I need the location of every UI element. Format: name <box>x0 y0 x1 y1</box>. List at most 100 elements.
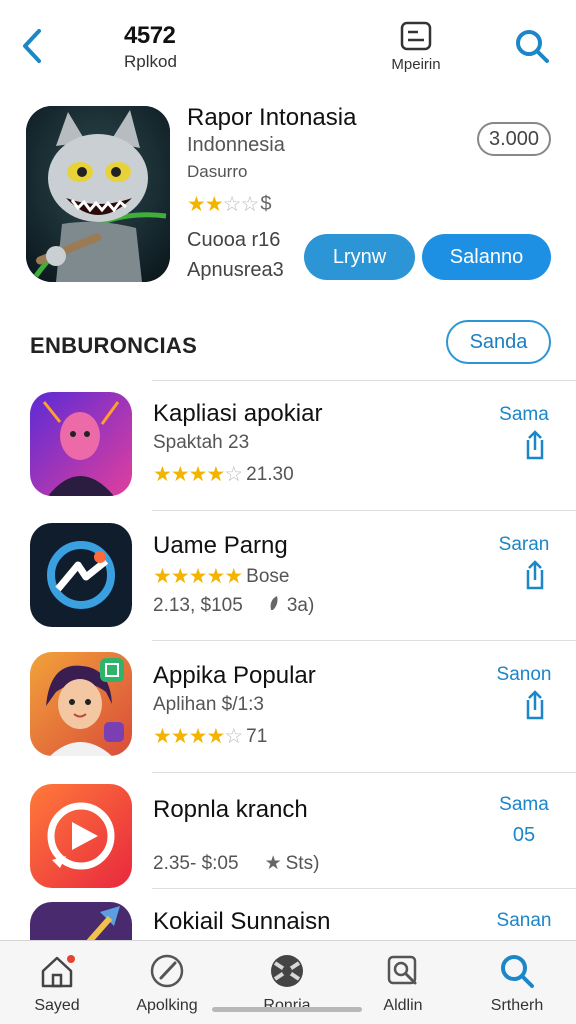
section-title: ENBURONCIAS <box>30 333 198 358</box>
secondary-action-button[interactable]: Salanno <box>422 234 551 280</box>
price-button[interactable]: 3.000 <box>477 122 551 156</box>
header-app-button[interactable]: Mpeirin <box>384 20 448 76</box>
featured-app-rating: ★★☆☆ $ <box>187 192 271 217</box>
star-filled-icon: ★ <box>170 463 190 486</box>
app-title: Ropnla kranch <box>153 796 308 823</box>
header-app-label: Mpeirin <box>391 56 441 73</box>
featured-app-name: Rapor Intonasia <box>187 104 357 131</box>
primary-action-button[interactable]: Lrynw <box>304 234 415 280</box>
star-filled-icon: ★ <box>206 565 225 588</box>
leaf-icon <box>267 594 283 618</box>
compass-icon <box>150 954 184 988</box>
app-action-label[interactable]: Saran <box>492 534 556 556</box>
header: 4572 Rplkod Mpeirin <box>0 0 576 92</box>
tab-label: Srtherh <box>490 997 544 1014</box>
divider <box>152 888 576 889</box>
star-filled-icon: ★ <box>224 565 243 588</box>
app-icon[interactable] <box>30 652 132 756</box>
divider <box>152 510 576 511</box>
app-meta: 2.13, $105 3a) <box>153 594 314 618</box>
star-empty-icon: ☆ <box>224 463 243 486</box>
rating-text: 21.30 <box>246 463 294 485</box>
app-meta: 2.35- $:05 ★ Sts) <box>153 852 319 875</box>
share-icon[interactable] <box>518 688 552 722</box>
tab-search[interactable]: Srtherh <box>462 951 572 1021</box>
star-filled-icon: ★ <box>153 463 172 486</box>
divider <box>152 640 576 641</box>
section-see-all-button[interactable]: Sanda <box>446 320 551 364</box>
app-title: Kokiail Sunnaisn <box>153 908 331 935</box>
list-item[interactable]: Uame Parng ★★★★★ Bose 2.13, $105 3a) Sar… <box>0 510 576 640</box>
app-action-label[interactable]: Sanan <box>492 910 556 932</box>
cat-monster-icon <box>26 106 170 282</box>
games-icon <box>271 955 303 987</box>
star-filled-icon: ★ <box>188 463 208 486</box>
tab-label: Sayed <box>34 997 80 1014</box>
app-meta-text: 2.13, $105 <box>153 595 243 616</box>
messenger-icon <box>30 523 132 627</box>
rating-text: Bose <box>246 565 290 587</box>
share-icon[interactable] <box>518 428 552 462</box>
star-filled-icon: ★ <box>187 193 206 216</box>
app-icon[interactable] <box>30 784 132 888</box>
star-filled-icon: ★ <box>170 725 190 748</box>
app-icon[interactable] <box>30 392 132 496</box>
app-action-label[interactable]: Sama <box>492 404 556 426</box>
star-empty-icon: ☆ <box>224 725 243 748</box>
chevron-left-icon <box>23 29 41 63</box>
tab-apps[interactable]: Apolking <box>112 951 222 1021</box>
list-item[interactable]: Ropnla kranch 2.35- $:05 ★ Sts) Sama 05 <box>0 772 576 902</box>
app-subtitle: Aplihan $/1:3 <box>153 694 264 715</box>
home-indicator[interactable] <box>212 1007 362 1012</box>
list-item[interactable]: Kapliasi apokiar Spaktah 23 ★★★★☆ 21.30 … <box>0 380 576 510</box>
star-filled-icon: ★ <box>153 565 172 588</box>
app-action-label[interactable]: Sanon <box>492 664 556 686</box>
app-extra-text: Sts) <box>285 852 320 874</box>
app-window-icon <box>400 21 432 51</box>
rating-text: 71 <box>246 725 268 747</box>
featured-app-developer: Indonnesia <box>187 134 285 156</box>
page-subtitle: Rplkod <box>124 52 177 71</box>
rating-stars: ★★★★☆ <box>153 724 243 749</box>
star-filled-icon: ★ <box>153 725 172 748</box>
star-filled-icon: ★ <box>188 565 208 588</box>
app-action-label[interactable]: Sama <box>492 794 556 816</box>
star-empty-icon: ☆ <box>222 193 242 216</box>
divider <box>152 380 576 381</box>
featured-app-icon[interactable] <box>26 106 170 282</box>
list-item[interactable]: Appika Popular Aplihan $/1:3 ★★★★☆ 71 Sa… <box>0 640 576 770</box>
play-icon <box>30 784 132 888</box>
app-icon[interactable] <box>30 523 132 627</box>
app-action-count: 05 <box>512 824 536 846</box>
search-icon <box>516 30 549 63</box>
app-title: Kapliasi apokiar <box>153 400 323 427</box>
star-filled-icon: ★ <box>188 725 208 748</box>
tab-label: Apolking <box>136 997 198 1014</box>
star-empty-icon: ☆ <box>240 193 259 216</box>
character-icon <box>30 652 132 756</box>
tab-home[interactable]: Sayed <box>2 951 112 1021</box>
star-filled-icon: ★ <box>206 725 225 748</box>
home-icon <box>41 955 75 988</box>
featured-app-meta-2: Apnusrea3 <box>187 259 284 281</box>
tab-label: Aldlin <box>383 997 423 1014</box>
star-filled-icon: ★ <box>170 565 190 588</box>
app-rating: ★★★★☆ 71 <box>153 724 267 749</box>
star-icon: ★ <box>264 853 282 874</box>
back-button[interactable] <box>14 24 50 68</box>
share-icon[interactable] <box>518 558 552 592</box>
star-filled-icon: ★ <box>204 193 224 216</box>
header-search-button[interactable] <box>510 24 554 68</box>
featured-app[interactable]: Rapor Intonasia Indonnesia Dasurro ★★☆☆ … <box>0 96 576 296</box>
featured-app-meta-1: Cuooa r16 <box>187 229 281 251</box>
featured-stars: ★★☆☆ <box>187 192 259 217</box>
app-rating: ★★★★☆ 21.30 <box>153 462 294 487</box>
featured-rating-text: $ <box>260 193 272 215</box>
header-titles: 4572 Rplkod <box>124 22 177 72</box>
rating-stars: ★★★★☆ <box>153 462 243 487</box>
tab-arcade[interactable]: Aldlin <box>348 951 458 1021</box>
search-square-icon <box>387 955 417 985</box>
page-title: 4572 <box>124 22 176 49</box>
search-icon <box>501 955 534 988</box>
divider <box>152 772 576 773</box>
